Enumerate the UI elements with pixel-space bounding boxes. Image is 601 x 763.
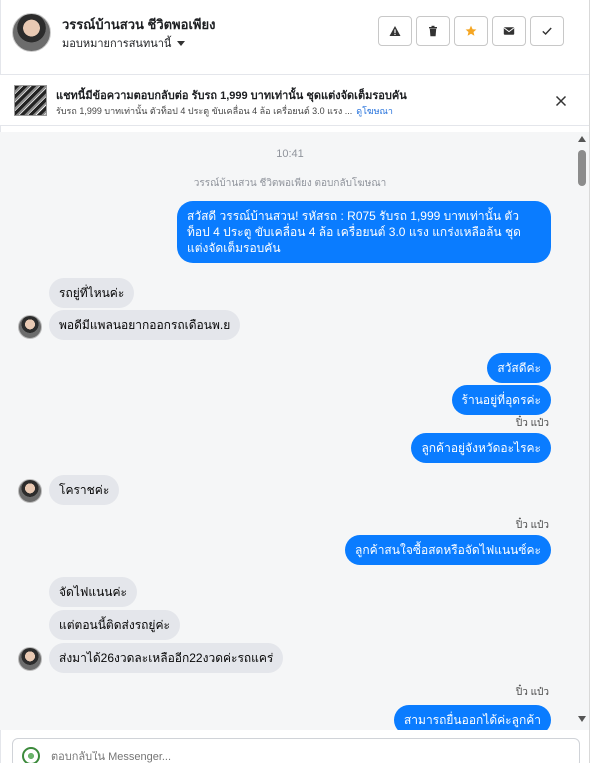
seen-indicator: ปิ๋ว แป๋ว [515, 418, 549, 429]
scrollbar-thumb[interactable] [578, 150, 586, 186]
reply-input[interactable] [51, 751, 551, 763]
ad-thumbnail[interactable] [14, 85, 47, 116]
incoming-message[interactable]: แต่ตอนนี้ติดส่งรถยู่ค่ะ [49, 610, 180, 640]
trash-icon [429, 25, 437, 37]
seen-indicator: ปิ๋ว แป๋ว [515, 520, 549, 531]
warning-icon [389, 26, 401, 36]
assign-label: มอบหมายการสนทนานี้ [62, 38, 172, 50]
reply-composer[interactable] [12, 738, 580, 763]
timestamp: 10:41 [276, 148, 304, 160]
incoming-message[interactable]: ส่งมาได้26งวดละเหลืออีก22งวดค่ะรถแคร่ [49, 643, 284, 673]
assign-conversation-dropdown[interactable]: มอบหมายการสนทนานี้ [62, 34, 186, 52]
page-avatar-icon [22, 747, 40, 763]
close-icon [555, 95, 567, 107]
ad-banner-subtitle-text: รับรถ 1,999 บาทเท่านั้น ตัวท็อป 4 ประตู … [56, 106, 353, 116]
check-icon [542, 27, 552, 35]
contact-avatar-small [18, 647, 42, 671]
close-banner-button[interactable] [552, 92, 570, 110]
mark-done-button[interactable] [530, 16, 564, 46]
caret-down-icon [177, 40, 186, 46]
incoming-message[interactable]: โคราชค่ะ [49, 475, 120, 505]
chat-scrollbar[interactable] [576, 134, 588, 728]
message-thread[interactable]: 10:41 วรรณ์บ้านสวน ชีวิตพอเพียง ตอบกลับโ… [0, 132, 589, 730]
envelope-icon [503, 27, 515, 35]
conversation-header: วรรณ์บ้านสวน ชีวิตพอเพียง มอบหมายการสนทน… [0, 0, 589, 66]
incoming-message[interactable]: พอดีมีแพลนอยากออกรถเดือนพ.ย [49, 310, 241, 340]
star-icon [465, 25, 477, 36]
outgoing-message[interactable]: สามารถยื่นออกได้ค่ะลูกค้า [393, 705, 551, 730]
outgoing-message[interactable]: สวัสดีค่ะ [487, 353, 551, 383]
scroll-down-arrow-icon[interactable] [578, 716, 586, 722]
window-right-border [589, 0, 590, 763]
mark-unread-button[interactable] [492, 16, 526, 46]
incoming-message[interactable]: จัดไฟแนนค่ะ [49, 577, 137, 607]
contact-avatar-small [18, 315, 42, 339]
contact-name[interactable]: วรรณ์บ้านสวน ชีวิตพอเพียง [62, 14, 215, 35]
scroll-up-arrow-icon[interactable] [578, 136, 586, 142]
contact-avatar[interactable] [12, 13, 51, 52]
ad-banner-title: แชทนี้มีข้อความตอบกลับต่อ รับรถ 1,999 บา… [56, 90, 407, 102]
outgoing-message[interactable]: สวัสดี วรรณ์บ้านสวน! รหัสรถ : R075 รับรถ… [177, 201, 551, 263]
spam-report-button[interactable] [378, 16, 412, 46]
ad-banner-subtitle: รับรถ 1,999 บาทเท่านั้น ตัวท็อป 4 ประตู … [56, 104, 393, 118]
incoming-message[interactable]: รถยู่ที่ไหนค่ะ [49, 278, 135, 308]
ad-reply-note: วรรณ์บ้านสวน ชีวิตพอเพียง ตอบกลับโฆษณา [193, 178, 387, 189]
outgoing-message[interactable]: ร้านอยู่ที่อุดรค่ะ [451, 385, 551, 415]
view-ad-link[interactable]: ดูโฆษณา [356, 106, 393, 116]
contact-avatar-small [18, 479, 42, 503]
seen-indicator: ปิ๋ว แป๋ว [515, 687, 549, 698]
outgoing-message[interactable]: ลูกค้าอยู่จังหวัดอะไรคะ [411, 433, 551, 463]
star-button[interactable] [454, 16, 488, 46]
delete-button[interactable] [416, 16, 450, 46]
outgoing-message[interactable]: ลูกค้าสนใจซื้อสดหรือจัดไฟแนนซ์คะ [345, 535, 551, 565]
ad-reply-banner: แชทนี้มีข้อความตอบกลับต่อ รับรถ 1,999 บา… [0, 74, 589, 126]
